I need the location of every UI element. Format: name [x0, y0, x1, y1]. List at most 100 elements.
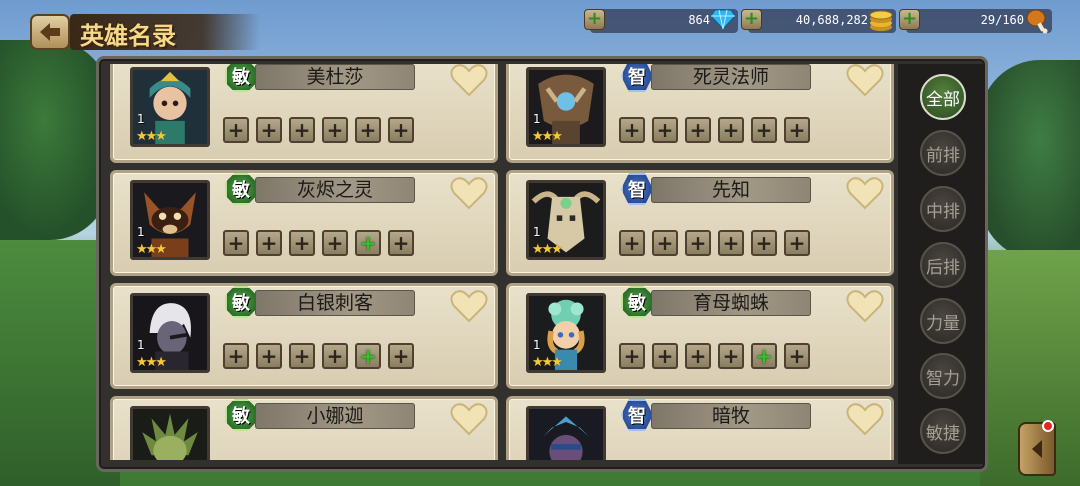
- agility-badge: 敏: [225, 286, 257, 318]
- hero-card[interactable]: 1 ★★★ 敏 灰烬之灵 + + + + + +: [110, 170, 498, 276]
- gear-slot-plus-icon[interactable]: +: [289, 230, 315, 256]
- gear-slot-plus-icon[interactable]: +: [355, 230, 381, 256]
- intelligence-badge: 智: [621, 64, 653, 92]
- gear-slot-plus-icon[interactable]: +: [652, 117, 678, 143]
- hero-card[interactable]: 1 ★★★ 敏 育母蜘蛛 + + + + + +: [506, 283, 894, 389]
- favorite-heart-icon[interactable]: [450, 289, 488, 323]
- gear-slots: + + + + + +: [223, 117, 414, 143]
- intelligence-badge: 智: [621, 173, 653, 205]
- add-gems-button[interactable]: +: [584, 9, 605, 30]
- hero-stars: ★★★: [136, 129, 167, 144]
- gear-slot-plus-icon[interactable]: +: [652, 230, 678, 256]
- chevron-left-icon: [1032, 440, 1042, 458]
- hero-card[interactable]: 敏 小娜迦: [110, 396, 498, 460]
- filter-back-row[interactable]: 后排: [920, 242, 966, 288]
- hero-card[interactable]: 1 ★★★ 智 死灵法师 + + + + + +: [506, 64, 894, 163]
- diamond-icon: [711, 9, 735, 30]
- gear-slot-plus-icon[interactable]: +: [322, 117, 348, 143]
- hero-portrait: 1 ★★★: [526, 67, 606, 147]
- gear-slot-plus-icon[interactable]: +: [685, 343, 711, 369]
- hero-stars: ★★★: [532, 242, 563, 257]
- favorite-heart-icon[interactable]: [450, 402, 488, 436]
- gear-slot-plus-icon[interactable]: +: [388, 343, 414, 369]
- back-button[interactable]: [30, 14, 70, 50]
- drumstick-icon: [1026, 9, 1048, 34]
- gear-slots: + + + + + +: [619, 343, 810, 369]
- hero-name: 灰烬之灵: [296, 179, 373, 201]
- filter-all[interactable]: 全部: [920, 74, 966, 120]
- hero-level: 1: [533, 225, 541, 239]
- favorite-heart-icon[interactable]: [846, 64, 884, 97]
- hero-grid[interactable]: 1 ★★★ 敏 美杜莎 + + + + + + 1 ★★★ 智 死灵法师 + + + + + + 1…: [104, 64, 894, 460]
- gear-slot-plus-icon[interactable]: +: [355, 117, 381, 143]
- hero-portrait: 1 ★★★: [526, 293, 606, 373]
- background-tree-right: [980, 60, 1080, 260]
- hero-stars: ★★★: [136, 355, 167, 370]
- favorite-heart-icon[interactable]: [450, 64, 488, 97]
- favorite-heart-icon[interactable]: [846, 402, 884, 436]
- filter-front-row[interactable]: 前排: [920, 130, 966, 176]
- gear-slot-plus-icon[interactable]: +: [619, 343, 645, 369]
- gear-slot-plus-icon[interactable]: +: [289, 343, 315, 369]
- gear-slot-plus-icon[interactable]: +: [685, 230, 711, 256]
- hero-stars: ★★★: [136, 242, 167, 257]
- gear-slot-plus-icon[interactable]: +: [355, 343, 381, 369]
- hero-level: 1: [137, 338, 145, 352]
- gear-slot-plus-icon[interactable]: +: [718, 117, 744, 143]
- hero-card[interactable]: 1 ★★★ 敏 白银刺客 + + + + + +: [110, 283, 498, 389]
- hero-portrait: 1 ★★★: [526, 180, 606, 260]
- gear-slot-plus-icon[interactable]: +: [652, 343, 678, 369]
- gear-slot-plus-icon[interactable]: +: [619, 117, 645, 143]
- filter-agility[interactable]: 敏捷: [920, 408, 966, 454]
- gear-slot-plus-icon[interactable]: +: [685, 117, 711, 143]
- filter-middle-row[interactable]: 中排: [920, 186, 966, 232]
- favorite-heart-icon[interactable]: [450, 176, 488, 210]
- gear-slot-plus-icon[interactable]: +: [322, 343, 348, 369]
- gear-slot-plus-icon[interactable]: +: [751, 343, 777, 369]
- gear-slot-plus-icon[interactable]: +: [784, 230, 810, 256]
- gear-slot-plus-icon[interactable]: +: [256, 117, 282, 143]
- gear-slot-plus-icon[interactable]: +: [223, 117, 249, 143]
- add-gold-button[interactable]: +: [741, 9, 762, 30]
- gear-slot-plus-icon[interactable]: +: [784, 117, 810, 143]
- hero-card[interactable]: 1 ★★★ 智 先知 + + + + + +: [506, 170, 894, 276]
- hero-level: 1: [533, 112, 541, 126]
- favorite-heart-icon[interactable]: [846, 176, 884, 210]
- favorite-heart-icon[interactable]: [846, 289, 884, 323]
- gear-slot-plus-icon[interactable]: +: [223, 343, 249, 369]
- gear-slot-plus-icon[interactable]: +: [388, 230, 414, 256]
- gear-slot-plus-icon[interactable]: +: [289, 117, 315, 143]
- hero-portrait: [130, 406, 210, 460]
- gear-slot-plus-icon[interactable]: +: [322, 230, 348, 256]
- stamina-value: 29/160: [980, 13, 1024, 27]
- add-stamina-button[interactable]: +: [899, 9, 920, 30]
- gear-slot-plus-icon[interactable]: +: [751, 117, 777, 143]
- gear-slot-plus-icon[interactable]: +: [751, 230, 777, 256]
- filter-intelligence[interactable]: 智力: [920, 353, 966, 399]
- notification-dot: [1042, 420, 1054, 432]
- agility-badge: 敏: [225, 173, 257, 205]
- gear-slot-plus-icon[interactable]: +: [718, 230, 744, 256]
- naga-portrait-icon: [133, 409, 207, 460]
- gems-value: 864: [688, 13, 710, 27]
- intelligence-badge: 智: [621, 399, 653, 431]
- hero-stars: ★★★: [532, 129, 563, 144]
- hero-card[interactable]: 智 暗牧: [506, 396, 894, 460]
- hero-name: 育母蜘蛛: [692, 292, 769, 314]
- gear-slot-plus-icon[interactable]: +: [784, 343, 810, 369]
- hero-portrait: 1 ★★★: [130, 180, 210, 260]
- gear-slot-plus-icon[interactable]: +: [388, 117, 414, 143]
- gold-value: 40,688,282: [795, 13, 868, 27]
- gear-slot-plus-icon[interactable]: +: [619, 230, 645, 256]
- page-title: 英雄名录: [80, 22, 176, 50]
- gear-slot-plus-icon[interactable]: +: [256, 343, 282, 369]
- background-tree-left: [0, 40, 110, 240]
- hero-stars: ★★★: [532, 355, 563, 370]
- gear-slot-plus-icon[interactable]: +: [223, 230, 249, 256]
- gear-slot-plus-icon[interactable]: +: [718, 343, 744, 369]
- filter-strength[interactable]: 力量: [920, 298, 966, 344]
- hero-card[interactable]: 1 ★★★ 敏 美杜莎 + + + + + +: [110, 64, 498, 163]
- shadow-priest-portrait-icon: [529, 409, 603, 460]
- gear-slots: + + + + + +: [223, 343, 414, 369]
- gear-slot-plus-icon[interactable]: +: [256, 230, 282, 256]
